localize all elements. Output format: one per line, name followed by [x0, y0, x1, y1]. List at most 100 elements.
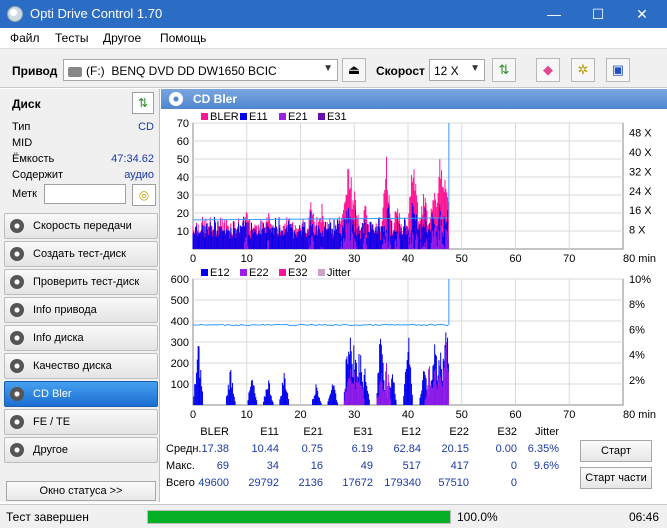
x-tick-label: 0: [190, 253, 196, 265]
y2-tick-label: 48 X: [629, 128, 652, 140]
y-tick-label: 300: [171, 337, 189, 349]
cd-icon: [10, 443, 24, 457]
nav-item-3[interactable]: Info привода: [4, 297, 158, 323]
eject-icon: ⏏: [347, 62, 361, 77]
legend-swatch: [201, 269, 208, 276]
speed-value: 12 X: [434, 64, 459, 78]
y2-tick-label: 10%: [629, 274, 651, 286]
stat-value: 49: [360, 460, 373, 472]
y-tick-label: 100: [171, 379, 189, 391]
nav-item-5[interactable]: Качество диска: [4, 353, 158, 379]
cd-icon: [10, 247, 24, 261]
legend-swatch: [240, 113, 247, 120]
menu-tests[interactable]: Тесты: [55, 31, 88, 45]
title-bar: Opti Drive Control 1.70 — ☐ ✕: [0, 0, 667, 28]
speed-select[interactable]: 12 X ▼: [429, 59, 485, 81]
y-tick-label: 600: [171, 274, 189, 286]
nav-item-4[interactable]: Info диска: [4, 325, 158, 351]
content-panel: CD Bler BLER E11 E21 E31 0 10 20 30 40 50 60 70 80 m…: [161, 89, 667, 502]
y-tick-label: 40: [177, 172, 189, 184]
save-button[interactable]: ▣: [606, 58, 630, 82]
eject-button[interactable]: ⏏: [342, 58, 366, 82]
nav-item-label: Info привода: [33, 304, 97, 316]
menu-help[interactable]: Помощь: [160, 31, 206, 45]
status-text: Тест завершен: [6, 510, 89, 524]
refresh-icon: ⇅: [498, 62, 510, 77]
stat-value: 9.6%: [533, 460, 559, 472]
stat-value: 0: [510, 477, 517, 489]
nav-item-7[interactable]: FE / TE: [4, 409, 158, 435]
x-tick-label: 0: [190, 409, 196, 421]
stat-value: 2136: [298, 477, 323, 489]
y-tick-label: 20: [177, 208, 189, 220]
maximize-button[interactable]: ☐: [575, 0, 621, 28]
settings-button[interactable]: ✲: [571, 58, 595, 82]
legend-label: E21: [288, 111, 308, 123]
status-bar: Тест завершен 100.0% 06:46: [0, 504, 667, 528]
legend-swatch: [318, 113, 325, 120]
nav-item-8[interactable]: Другое: [4, 437, 158, 463]
legend-swatch: [201, 113, 208, 120]
stat-value: 0.00: [495, 443, 517, 455]
disk-label-input[interactable]: [44, 184, 126, 204]
y-tick-label: 200: [171, 358, 189, 370]
drive-letter: (F:): [86, 64, 105, 78]
stat-value: 6.19: [351, 443, 373, 455]
drive-select[interactable]: (F:) BENQ DVD DD DW1650 BCIC ▼: [63, 59, 338, 81]
drive-label: Привод: [12, 64, 58, 78]
start-button[interactable]: Старт: [580, 440, 652, 462]
app-disc-icon: [7, 6, 23, 22]
start-part-button[interactable]: Старт части: [580, 467, 652, 489]
write-label-button[interactable]: ◎: [132, 184, 156, 206]
cd-icon: [169, 92, 183, 106]
stat-value: 20.15: [441, 443, 469, 455]
legend-label: E12: [210, 267, 230, 279]
legend-label: E32: [288, 267, 308, 279]
y-tick-label: 60: [177, 136, 189, 148]
nav-item-2[interactable]: Проверить тест-диск: [4, 269, 158, 295]
stat-header: E22: [449, 426, 469, 438]
x-tick-label: 80 min: [623, 253, 656, 265]
nav-item-6[interactable]: CD Bler: [4, 381, 158, 407]
y-tick-label: 500: [171, 295, 189, 307]
y2-tick-label: 8 X: [629, 225, 646, 237]
stat-header: E11: [260, 426, 279, 438]
x-tick-label: 10: [241, 253, 253, 265]
cd-icon: [10, 387, 24, 401]
cd-icon: [10, 331, 24, 345]
legend-label: E31: [327, 111, 347, 123]
stat-value: 57510: [438, 477, 469, 489]
nav-item-label: Другое: [33, 444, 68, 456]
x-tick-label: 80 min: [623, 409, 656, 421]
x-tick-label: 30: [348, 409, 360, 421]
progress-bar: [147, 510, 451, 524]
chevron-down-icon: ▼: [470, 63, 480, 74]
legend-label: E11: [249, 111, 268, 123]
nav-item-label: FE / TE: [33, 416, 71, 428]
x-tick-label: 70: [563, 409, 575, 421]
nav-item-1[interactable]: Создать тест-диск: [4, 241, 158, 267]
erase-button[interactable]: ◆: [536, 58, 560, 82]
stat-value: 517: [402, 460, 421, 472]
minimize-button[interactable]: —: [531, 0, 577, 28]
y-tick-label: 50: [177, 154, 189, 166]
stat-value: 17672: [342, 477, 373, 489]
menu-other[interactable]: Другое: [103, 31, 141, 45]
stat-value: 49600: [198, 477, 229, 489]
stat-value: 16: [310, 460, 323, 472]
close-button[interactable]: ✕: [619, 0, 665, 28]
menu-file[interactable]: Файл: [10, 31, 40, 45]
refresh-speed-button[interactable]: ⇅: [492, 58, 516, 82]
x-tick-label: 70: [563, 253, 575, 265]
panel-header: CD Bler: [161, 89, 667, 109]
nav-item-label: Скорость передачи: [33, 220, 132, 232]
disk-field-contents: Содержит аудио: [12, 169, 154, 181]
nav-item-0[interactable]: Скорость передачи: [4, 213, 158, 239]
stat-value: 6.35%: [527, 443, 559, 455]
disk-field-capacity: Ёмкость 47:34.62: [12, 153, 154, 165]
status-window-button[interactable]: Окно статуса >>: [6, 481, 156, 501]
x-tick-label: 60: [509, 253, 521, 265]
refresh-disk-button[interactable]: ⇅: [132, 92, 154, 114]
y2-tick-label: 8%: [629, 299, 645, 311]
nav-item-label: CD Bler: [33, 388, 72, 400]
